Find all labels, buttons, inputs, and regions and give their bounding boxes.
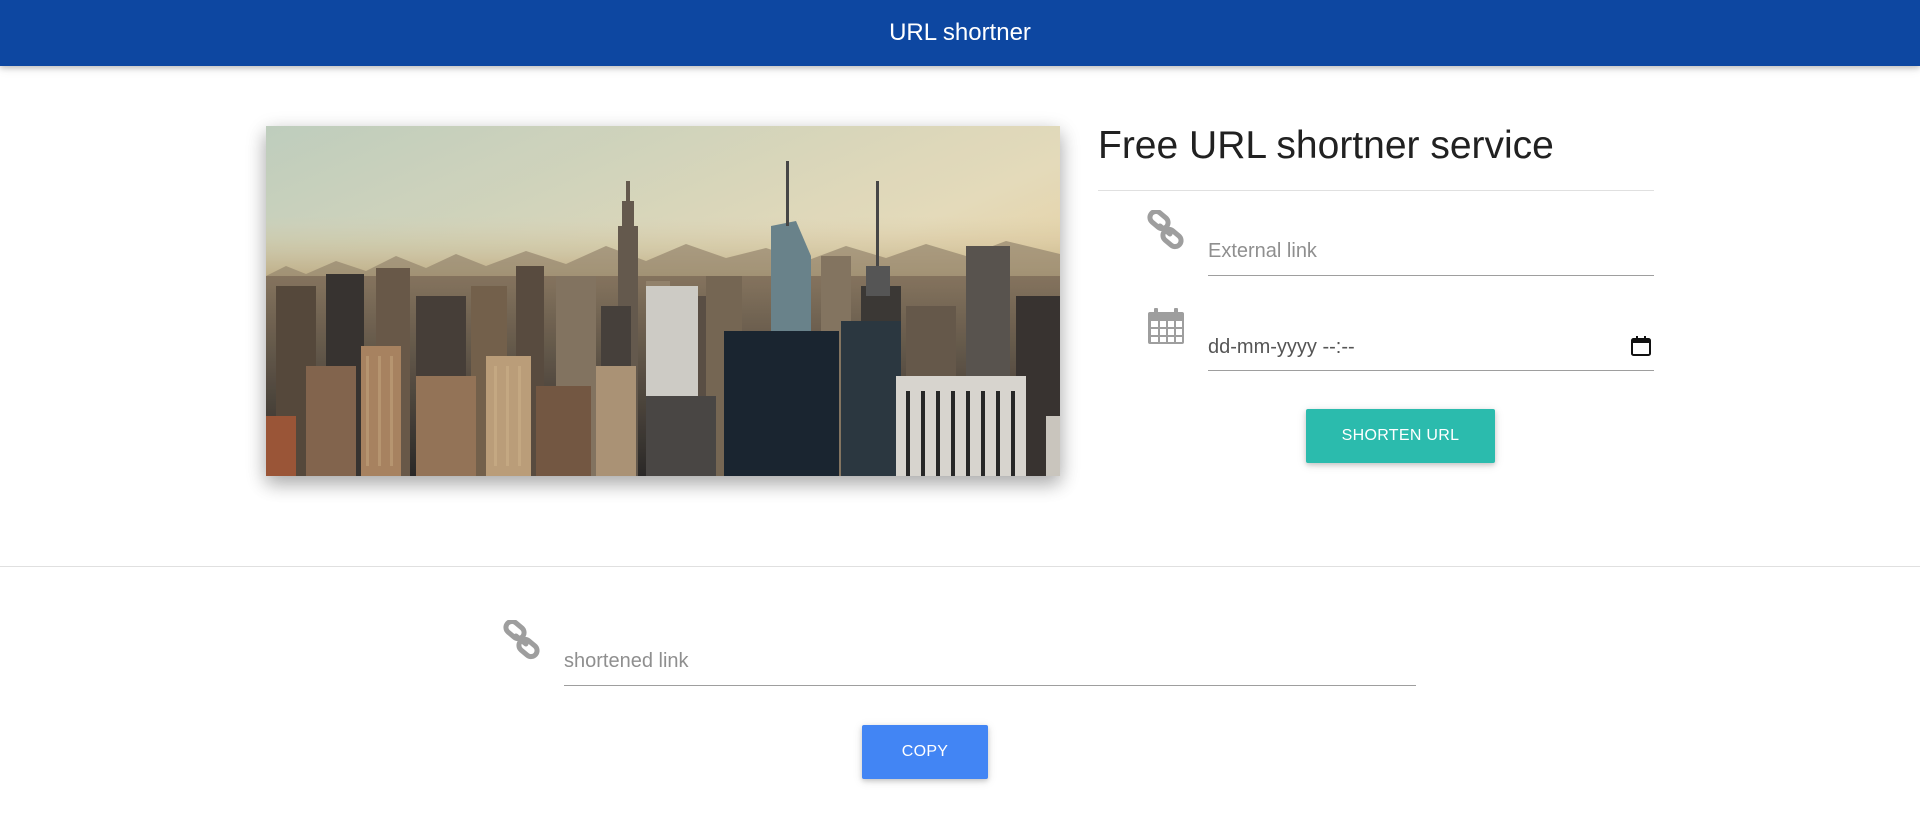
page-title: Free URL shortner service [1098, 124, 1554, 167]
shortened-link-field [564, 638, 1416, 686]
title-divider [1098, 190, 1654, 191]
link-icon [1147, 210, 1184, 250]
calendar-picker-icon[interactable] [1630, 335, 1652, 357]
datetime-placeholder: dd-mm-yyyy --:-- [1208, 336, 1355, 358]
navbar: URL shortner [0, 0, 1920, 66]
external-link-input[interactable] [1208, 228, 1654, 274]
copy-button[interactable]: COPY [862, 725, 988, 779]
calendar-icon [1148, 308, 1184, 344]
brand-title[interactable]: URL shortner [889, 19, 1031, 47]
shorten-url-button[interactable]: SHORTEN URL [1306, 409, 1495, 463]
expiry-datetime-field[interactable]: dd-mm-yyyy --:-- [1208, 323, 1654, 371]
link-icon [503, 620, 540, 660]
city-skyline-image [266, 126, 1060, 476]
section-divider [0, 566, 1920, 567]
shortened-link-input[interactable] [564, 638, 1416, 684]
external-link-field [1208, 228, 1654, 276]
